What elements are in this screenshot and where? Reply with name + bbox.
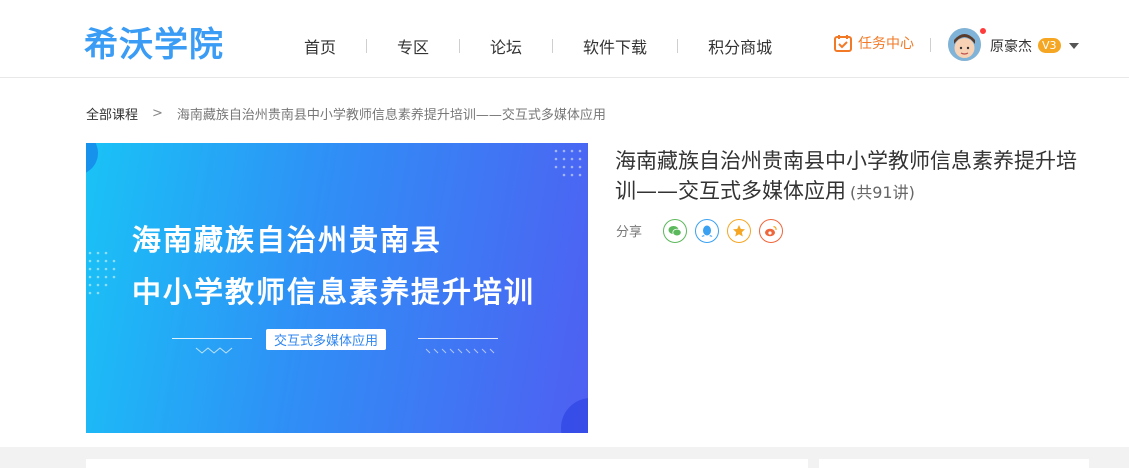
breadcrumb: 全部课程 > 海南藏族自治州贵南县中小学教师信息素养提升培训——交互式多媒体应用 <box>86 104 606 123</box>
user-divider <box>930 38 931 52</box>
nav-divider <box>459 39 461 53</box>
nav-home[interactable]: 首页 <box>304 34 336 58</box>
task-center-label: 任务中心 <box>858 36 914 52</box>
calendar-check-icon <box>834 35 852 52</box>
share-qzone-button[interactable] <box>727 219 751 243</box>
share-weibo-button[interactable] <box>759 219 783 243</box>
share-qq-button[interactable] <box>695 219 719 243</box>
nav-points-mall[interactable]: 积分商城 <box>708 34 772 58</box>
share-label: 分享 <box>616 225 643 240</box>
avatar[interactable] <box>948 28 981 61</box>
task-center-link[interactable]: 任务中心 <box>833 33 914 53</box>
nav-zone[interactable]: 专区 <box>397 34 429 58</box>
breadcrumb-all-courses[interactable]: 全部课程 <box>86 104 138 123</box>
qzone-star-icon <box>733 225 745 237</box>
nav-divider <box>552 39 554 53</box>
nav-divider <box>677 39 679 53</box>
course-cover-image: 海南藏族自治州贵南县 中小学教师信息素养提升培训 交互式多媒体应用 <box>86 143 588 433</box>
cover-title-line2: 中小学教师信息素养提升培训 <box>132 275 536 309</box>
level-badge: V3 <box>1038 38 1061 53</box>
breadcrumb-current: 海南藏族自治州贵南县中小学教师信息素养提升培训——交互式多媒体应用 <box>176 108 606 123</box>
wechat-icon <box>668 226 682 237</box>
cover-rule-right <box>418 338 498 339</box>
breadcrumb-separator: > <box>152 106 163 121</box>
nav-forum[interactable]: 论坛 <box>490 34 522 58</box>
course-detail-panel <box>86 459 808 468</box>
notification-dot <box>979 27 987 35</box>
cover-subtitle-tag: 交互式多媒体应用 <box>266 329 387 350</box>
avatar-face-icon <box>948 28 981 61</box>
nav-divider <box>366 39 368 53</box>
weibo-icon <box>765 225 777 237</box>
nav-software-download[interactable]: 软件下载 <box>583 34 647 58</box>
username[interactable]: 原豪杰 <box>990 36 1032 56</box>
chevron-down-icon[interactable] <box>1069 43 1079 49</box>
top-navigation-bar: 希沃学院 首页 专区 论坛 软件下载 积分商城 任务中心 原豪杰 V3 <box>0 0 1129 78</box>
qq-icon <box>701 225 713 237</box>
sidebar-panel <box>819 459 1089 468</box>
cover-title-line1: 海南藏族自治州贵南县 <box>132 223 443 257</box>
course-title-text: 海南藏族自治州贵南县中小学教师信息素养提升培训——交互式多媒体应用 <box>615 149 1077 203</box>
share-wechat-button[interactable] <box>663 219 687 243</box>
course-title: 海南藏族自治州贵南县中小学教师信息素养提升培训——交互式多媒体应用 (共91讲) <box>615 146 1085 208</box>
lecture-count: (共91讲) <box>850 183 915 202</box>
main-nav: 首页 专区 论坛 软件下载 积分商城 <box>304 34 772 58</box>
share-buttons <box>663 219 791 243</box>
site-logo[interactable]: 希沃学院 <box>84 17 224 66</box>
cover-rule-left <box>172 338 252 339</box>
